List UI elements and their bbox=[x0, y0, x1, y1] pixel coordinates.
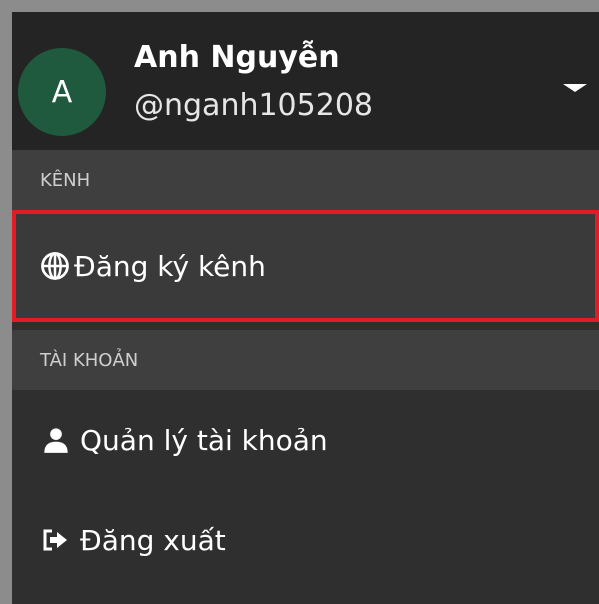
menu-item-label: Đăng ký kênh bbox=[74, 249, 266, 283]
user-icon bbox=[42, 426, 70, 454]
globe-icon bbox=[40, 251, 70, 281]
section-title-account: TÀI KHOẢN bbox=[40, 349, 139, 371]
account-menu-panel: A Anh Nguyễn @nganh105208 KÊNH Đăng ký k… bbox=[12, 12, 599, 604]
user-header[interactable]: A Anh Nguyễn @nganh105208 bbox=[12, 12, 599, 150]
section-header-channel: KÊNH bbox=[12, 150, 599, 210]
logout-icon bbox=[42, 528, 70, 552]
avatar: A bbox=[18, 48, 106, 136]
user-handle: @nganh105208 bbox=[134, 88, 373, 123]
menu-item-channel-subscribe[interactable]: Đăng ký kênh bbox=[12, 210, 599, 322]
menu-item-account-management[interactable]: Quản lý tài khoản bbox=[12, 390, 599, 490]
user-name: Anh Nguyễn bbox=[134, 40, 340, 75]
avatar-letter: A bbox=[51, 74, 73, 110]
section-title-channel: KÊNH bbox=[40, 169, 91, 191]
chevron-down-icon[interactable] bbox=[563, 84, 587, 92]
menu-item-label: Quản lý tài khoản bbox=[80, 423, 328, 457]
section-header-account: TÀI KHOẢN bbox=[12, 330, 599, 390]
menu-item-logout[interactable]: Đăng xuất bbox=[12, 490, 599, 590]
menu-item-label: Đăng xuất bbox=[80, 523, 226, 557]
